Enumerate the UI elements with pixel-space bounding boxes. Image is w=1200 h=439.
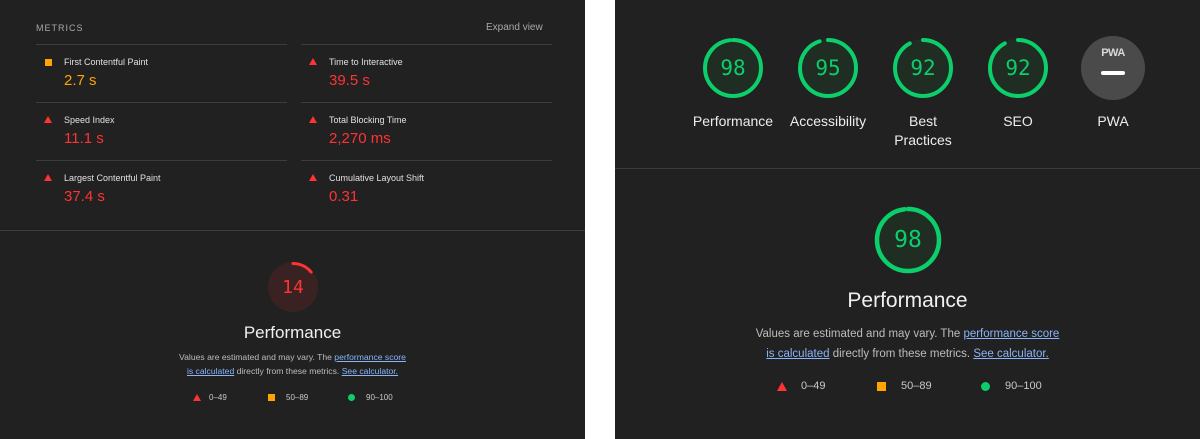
performance-score-link[interactable]: performance score [334,352,406,362]
category-label: PWA [1097,113,1129,129]
score-description: Values are estimated and may vary. The p… [615,324,1200,364]
category-seo[interactable]: 92 SEO [986,36,1050,129]
metric-rating-icon [45,59,52,66]
legend-average: 50–89 [268,393,348,402]
score-value: 14 [282,276,304,298]
score-value: 92 [1005,56,1031,80]
metric-first-contentful-paint: First Contentful Paint 2.7 s [36,44,287,102]
description-text: directly from these metrics. [829,348,974,360]
square-icon [877,381,886,391]
metric-rating-icon [44,174,52,181]
metric-speed-index: Speed Index 11.1 s [36,102,287,160]
score-value: 98 [720,56,746,80]
section-divider [0,230,585,231]
score-value: 98 [894,227,922,253]
square-icon [268,394,275,401]
score-legend: 0–49 50–89 90–100 [193,393,393,402]
legend-label: 50–89 [286,393,309,402]
legend-average: 50–89 [877,380,981,392]
performance-title: Performance [847,289,968,312]
legend-label: 90–100 [1005,380,1042,392]
metric-value: 11.1 s [64,130,104,147]
pwa-badge-text: PWA [1101,47,1125,59]
metric-label: Cumulative Layout Shift [329,173,425,183]
performance-score-gauge[interactable]: 98 [873,205,943,275]
metric-cumulative-layout-shift: Cumulative Layout Shift 0.31 [301,160,552,218]
score-description: Values are estimated and may vary. The p… [0,350,585,378]
category-performance[interactable]: 98 Performance [693,36,773,129]
circle-icon [981,381,990,391]
category-label-text: Best Practices [894,113,952,148]
metric-largest-contentful-paint: Largest Contentful Paint 37.4 s [36,160,287,218]
legend-label: 0–49 [209,393,227,402]
legend-pass: 90–100 [981,380,1042,392]
is-calculated-link[interactable]: is calculated [187,366,234,376]
metric-label: First Contentful Paint [64,57,149,67]
metric-value: 39.5 s [329,72,370,89]
legend-fail: 0–49 [777,380,877,392]
category-accessibility[interactable]: 95 Accessibility [790,36,866,129]
performance-score-link[interactable]: performance score [963,328,1059,340]
description-text: Values are estimated and may vary. The [755,328,964,340]
pwa-badge-icon [1081,36,1145,100]
right-report-panel: 98 Performance 95 Accessibility 92 Best P… [615,0,1200,439]
triangle-icon [777,381,787,391]
legend-label: 90–100 [366,393,393,402]
metric-rating-icon [309,58,317,65]
metric-rating-icon [309,174,317,181]
performance-title: Performance [243,323,342,342]
metric-label: Speed Index [64,115,115,125]
metric-label: Largest Contentful Paint [64,173,161,183]
metric-value: 2.7 s [64,72,97,89]
metrics-heading: METRICS [36,23,84,33]
see-calculator-link[interactable]: See calculator. [342,366,398,376]
circle-icon [348,394,355,401]
description-text: directly from these metrics. [234,366,342,376]
metric-time-to-interactive: Time to Interactive 39.5 s [301,44,552,102]
legend-fail: 0–49 [193,393,268,402]
triangle-icon [193,394,201,401]
see-calculator-link[interactable]: See calculator. [973,348,1048,360]
metrics-grid: First Contentful Paint 2.7 s Time to Int… [36,44,552,218]
performance-score-gauge[interactable]: 14 [266,260,320,314]
metric-value: 37.4 s [64,188,105,205]
metric-rating-icon [309,116,317,123]
category-best-practices[interactable]: 92 Best Practices [891,36,955,148]
legend-label: 0–49 [801,380,826,392]
legend-pass: 90–100 [348,393,393,402]
metric-label: Total Blocking Time [329,115,407,125]
metric-rating-icon [44,116,52,123]
metric-value: 2,270 ms [329,130,391,147]
metric-total-blocking-time: Total Blocking Time 2,270 ms [301,102,552,160]
score-legend: 0–49 50–89 90–100 [777,380,1042,392]
expand-view-toggle[interactable]: Expand view [486,22,543,33]
score-value: 95 [815,56,841,80]
metric-value: 0.31 [329,188,359,205]
description-text: Values are estimated and may vary. The [179,352,335,362]
score-value: 92 [910,56,936,80]
left-report-panel: METRICS Expand view First Contentful Pai… [0,0,585,439]
section-divider [615,168,1200,169]
is-calculated-link[interactable]: is calculated [766,348,829,360]
metric-label: Time to Interactive [329,57,403,67]
legend-label: 50–89 [901,380,932,392]
category-pwa[interactable]: PWA PWA [1081,36,1145,129]
